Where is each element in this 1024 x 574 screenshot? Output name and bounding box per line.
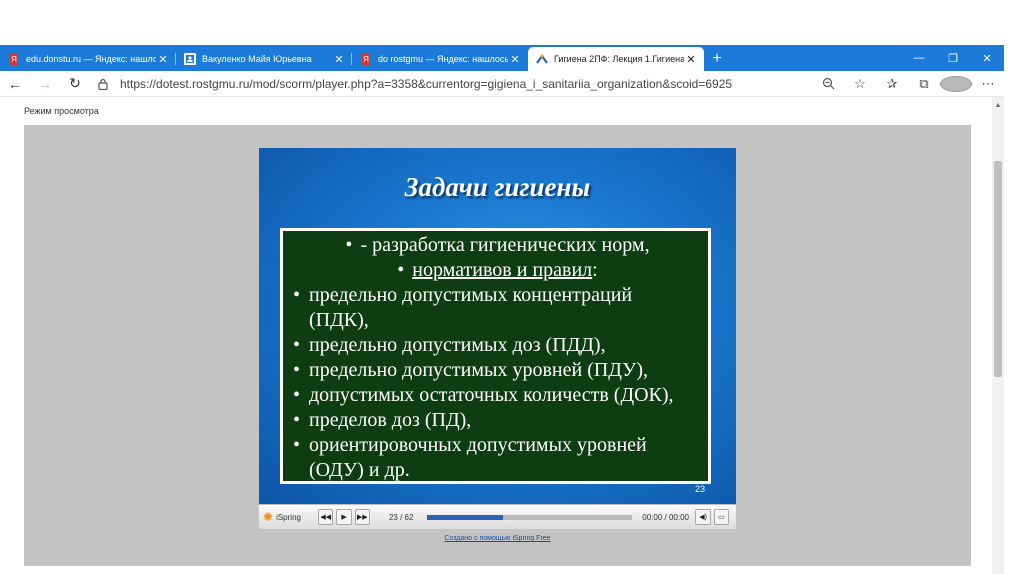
play-icon[interactable]: ▶ xyxy=(336,509,352,525)
tab-3-active[interactable]: Гигиена 2ПФ: Лекция 1.Гигиена ✕ xyxy=(528,47,704,71)
list-item-text: пределов доз (ПД), xyxy=(309,409,472,431)
reload-icon[interactable]: ↻ xyxy=(60,71,90,97)
list-item: • пределов доз (ПД), xyxy=(293,408,702,433)
slide-title: Задачи гигиены xyxy=(404,172,591,202)
slide-counter: 23 / 62 xyxy=(388,512,414,522)
scroll-up-icon[interactable]: ▲ xyxy=(992,99,1004,111)
close-window-icon[interactable]: ✕ xyxy=(970,45,1004,71)
brand-label: iSpring xyxy=(276,512,301,522)
bullet-icon: • xyxy=(293,284,301,306)
list-item: • ориентировочных допустимых уровней (ОДУ)… xyxy=(293,433,702,483)
list-item-line: (ПДК), xyxy=(309,309,369,331)
presentation-slide: Задачи гигиены • - разработка гигиеническ… xyxy=(259,148,736,504)
bullet-icon: • xyxy=(293,334,301,356)
address-bar: ← → ↻ https://dotest.rostgmu.ru/mod/scor… xyxy=(0,71,1004,97)
url-text: https://dotest.rostgmu.ru/mod/scorm/play… xyxy=(120,76,733,91)
slide-content-box: • - разработка гигиенических норм, • норма… xyxy=(280,228,711,484)
new-tab-button[interactable]: + xyxy=(704,47,730,71)
restore-icon[interactable]: ❐ xyxy=(936,45,970,71)
list-item: • предельно допустимых концентраций (ПДК), xyxy=(293,283,702,333)
tab-title: do rostgmu — Яндекс: нашлось xyxy=(378,54,508,64)
volume-icon[interactable]: ◀) xyxy=(695,509,711,525)
progress-fill xyxy=(427,514,504,520)
back-arrow-icon[interactable]: ← xyxy=(0,71,30,97)
list-item: • допустимых остаточных количеств (ДОК), xyxy=(293,383,702,408)
tab-2[interactable]: Я do rostgmu — Яндекс: нашлось ✕ xyxy=(352,47,528,71)
moodle-icon xyxy=(536,53,548,65)
tab-0[interactable]: Я edu.donstu.ru — Яндекс: нашлось ✕ xyxy=(0,47,176,71)
list-item-text: предельно допустимых концентраций (ПДК), xyxy=(309,283,632,333)
list-item-text: предельно допустимых доз (ПДД), xyxy=(309,334,606,356)
tab-title: Вакуленко Майя Юрьевна xyxy=(202,54,312,64)
tab-1[interactable]: Вакуленко Майя Юрьевна ✕ xyxy=(176,47,352,71)
intro-line: • нормативов и правил: xyxy=(293,258,702,283)
bullet-icon: • xyxy=(397,259,405,281)
window-controls: — ❐ ✕ xyxy=(902,45,1004,71)
bullet-icon: • xyxy=(293,409,301,431)
progress-bar[interactable] xyxy=(427,514,633,520)
tab-title: edu.donstu.ru — Яндекс: нашлось xyxy=(26,54,156,64)
list-item: • предельно допустимых уровней (ПДУ), xyxy=(293,358,702,383)
close-icon[interactable]: ✕ xyxy=(156,53,170,66)
avatar xyxy=(940,75,972,92)
view-mode-label: Режим просмотра xyxy=(24,106,99,116)
yandex-icon: Я xyxy=(360,53,372,65)
list-item-text: допустимых остаточных количеств (ДОК), xyxy=(309,384,674,406)
toolbar-icons: ☆ ✰ ⧉ ⋯ xyxy=(812,75,1004,92)
intro-text-1: - разработка гигиенических норм, xyxy=(360,234,650,256)
more-menu-icon[interactable]: ⋯ xyxy=(972,76,1004,92)
zoom-icon[interactable] xyxy=(812,76,844,92)
slide-number: 23 xyxy=(695,484,706,494)
add-favorite-icon[interactable]: ☆ xyxy=(844,76,876,92)
ispring-logo-icon: ✺ xyxy=(263,510,274,524)
url-field[interactable]: https://dotest.rostgmu.ru/mod/scorm/play… xyxy=(98,73,812,95)
ispring-credit-link[interactable]: Создано с помощью iSpring Free xyxy=(259,535,736,542)
page-scrollbar[interactable]: ▲ xyxy=(992,97,1004,574)
svg-text:Я: Я xyxy=(363,55,369,64)
lock-icon[interactable] xyxy=(98,78,114,90)
intro-line: • - разработка гигиенических норм, xyxy=(293,233,702,258)
intro-colon: : xyxy=(592,259,598,281)
yandex-icon: Я xyxy=(8,53,20,65)
bullet-icon: • xyxy=(345,234,353,256)
list-item: • предельно допустимых доз (ПДД), xyxy=(293,333,702,358)
list-item-text: предельно допустимых уровней (ПДУ), xyxy=(309,359,649,381)
profile-avatar-icon[interactable] xyxy=(940,75,972,92)
time-display: 00:00 / 00:00 xyxy=(642,512,689,522)
favorites-icon[interactable]: ✰ xyxy=(876,76,908,92)
svg-text:Я: Я xyxy=(11,55,17,64)
list-item-line: ориентировочных допустимых уровней xyxy=(309,434,647,456)
bullet-icon: • xyxy=(293,359,301,381)
close-icon[interactable]: ✕ xyxy=(332,53,346,66)
tab-bar: Я edu.donstu.ru — Яндекс: нашлось ✕ Ваку… xyxy=(0,45,1004,71)
player-controls: ✺ iSpring ◀◀ ▶ ▶▶ 23 / 62 00:00 / 00:00 … xyxy=(259,504,736,529)
list-item-line: (ОДУ) и др. xyxy=(309,459,410,481)
previous-slide-icon[interactable]: ◀◀ xyxy=(318,509,334,525)
collections-icon[interactable]: ⧉ xyxy=(908,76,940,92)
bullet-icon: • xyxy=(293,434,301,456)
next-slide-icon[interactable]: ▶▶ xyxy=(354,509,370,525)
profile-icon xyxy=(184,53,196,65)
tab-title: Гигиена 2ПФ: Лекция 1.Гигиена xyxy=(554,54,684,64)
list-item-text: ориентировочных допустимых уровней (ОДУ) … xyxy=(309,433,647,483)
scrollbar-thumb[interactable] xyxy=(994,161,1002,377)
right-margin xyxy=(1004,45,1024,574)
top-blank-area xyxy=(0,0,1024,45)
list-item-line: предельно допустимых концентраций xyxy=(309,284,633,306)
minimize-icon[interactable]: — xyxy=(902,45,936,71)
fullscreen-icon[interactable]: ▭ xyxy=(713,509,730,525)
ispring-logo: ✺ iSpring xyxy=(263,510,318,524)
bullet-icon: • xyxy=(293,384,301,406)
close-icon[interactable]: ✕ xyxy=(508,53,522,66)
intro-text-2: нормативов и правил xyxy=(412,259,593,281)
close-icon[interactable]: ✕ xyxy=(684,53,698,66)
forward-arrow-icon[interactable]: → xyxy=(30,71,60,97)
